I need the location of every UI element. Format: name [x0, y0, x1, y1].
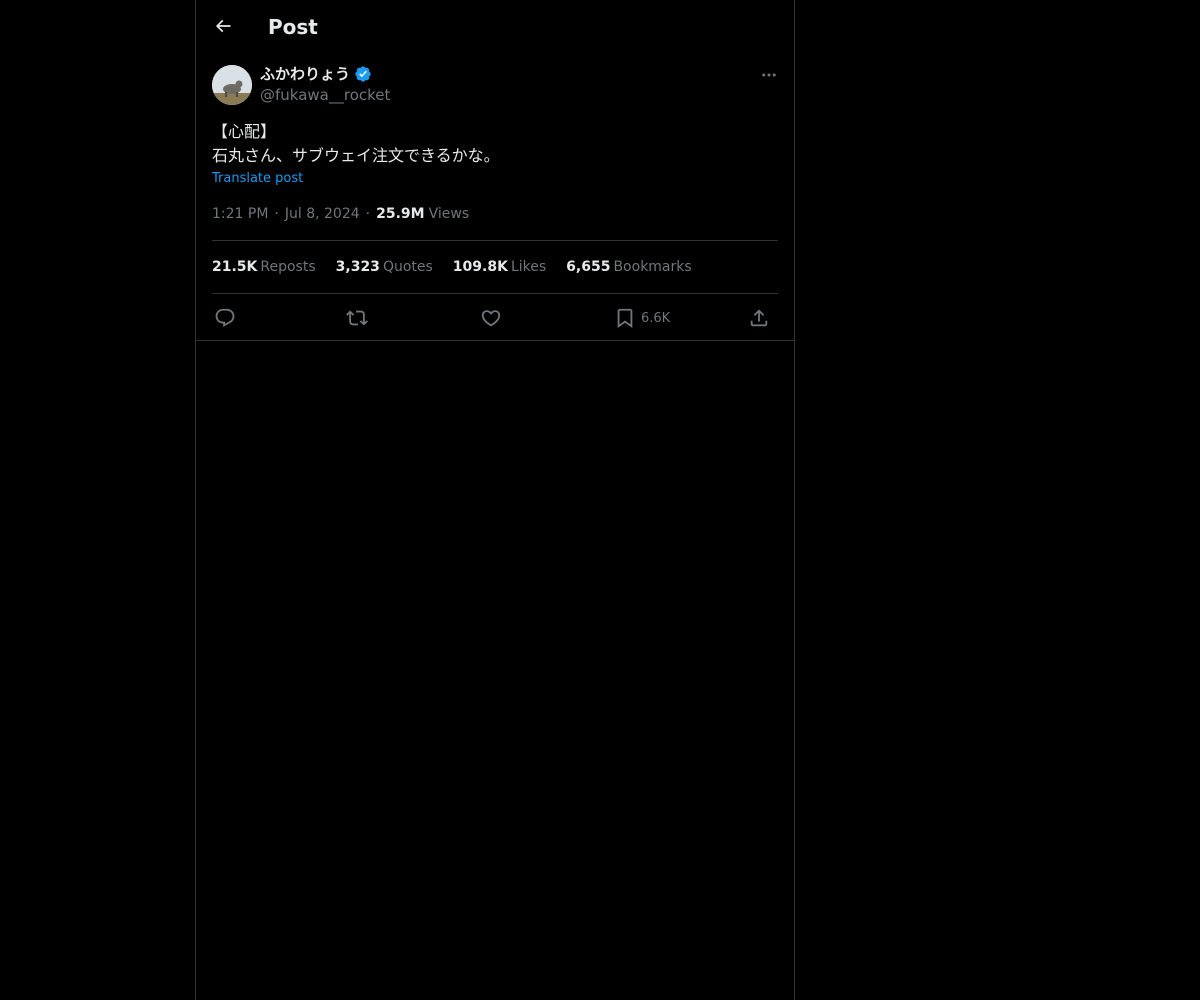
post-date[interactable]: Jul 8, 2024 [285, 204, 360, 224]
stat-count: 6,655 [566, 259, 611, 275]
avatar[interactable] [212, 65, 252, 105]
translate-post-link[interactable]: Translate post [212, 170, 303, 188]
stat-quotes[interactable]: 3,323 Quotes [336, 257, 433, 277]
share-icon [750, 309, 768, 327]
more-horizontal-icon [762, 73, 776, 77]
stat-likes[interactable]: 109.8K Likes [453, 257, 546, 277]
author-display-name[interactable]: ふかわりょう [260, 64, 350, 84]
views-label: Views [428, 206, 470, 222]
author-name-row[interactable]: ふかわりょう [260, 64, 372, 84]
author-handle[interactable]: @fukawa__rocket [260, 85, 390, 105]
stat-bookmarks[interactable]: 6,655 Bookmarks [566, 257, 692, 277]
like-button[interactable] [480, 306, 502, 330]
repost-button[interactable] [346, 306, 368, 330]
stat-label: Reposts [260, 259, 316, 275]
top-bar: Post [196, 0, 794, 53]
stat-label: Quotes [382, 259, 433, 275]
reply-button[interactable] [214, 306, 236, 330]
share-button[interactable] [748, 306, 770, 330]
views-count: 25.9M [376, 206, 425, 222]
post-bottom-border [196, 340, 794, 341]
divider [212, 293, 778, 294]
stat-label: Bookmarks [613, 259, 692, 275]
stat-count: 21.5K [212, 259, 258, 275]
arrow-left-icon [215, 19, 231, 33]
post-stats: 21.5K Reposts 3,323 Quotes 109.8K Likes 6,6… [212, 257, 712, 277]
stat-label: Likes [510, 259, 547, 275]
post-column: Post ふかわりょう @fukawa__rocket 【心配】 石丸さん、サブ… [195, 0, 795, 1000]
stat-reposts[interactable]: 21.5K Reposts [212, 257, 316, 277]
post-meta: 1:21 PM · Jul 8, 2024 · 25.9M Views [212, 204, 469, 224]
bookmark-count: 6.6K [641, 310, 671, 326]
bookmark-button[interactable]: 6.6K [614, 306, 670, 330]
more-options-button[interactable] [758, 64, 780, 86]
verified-badge-icon [355, 66, 371, 82]
page-title: Post [268, 15, 318, 39]
heart-icon [481, 310, 501, 327]
repost-icon [346, 310, 368, 326]
meta-separator: · [365, 206, 371, 222]
post-text: 【心配】 石丸さん、サブウェイ注文できるかな。 [212, 122, 500, 165]
reply-icon [215, 308, 235, 327]
back-button[interactable] [210, 13, 236, 39]
meta-separator: · [274, 206, 279, 222]
bookmark-icon [617, 308, 633, 329]
action-bar: 6.6K [212, 303, 778, 333]
divider [212, 240, 778, 241]
post-time[interactable]: 1:21 PM [212, 204, 268, 224]
stat-count: 3,323 [335, 259, 380, 275]
stat-count: 109.8K [452, 259, 508, 275]
avatar-image [212, 65, 252, 105]
